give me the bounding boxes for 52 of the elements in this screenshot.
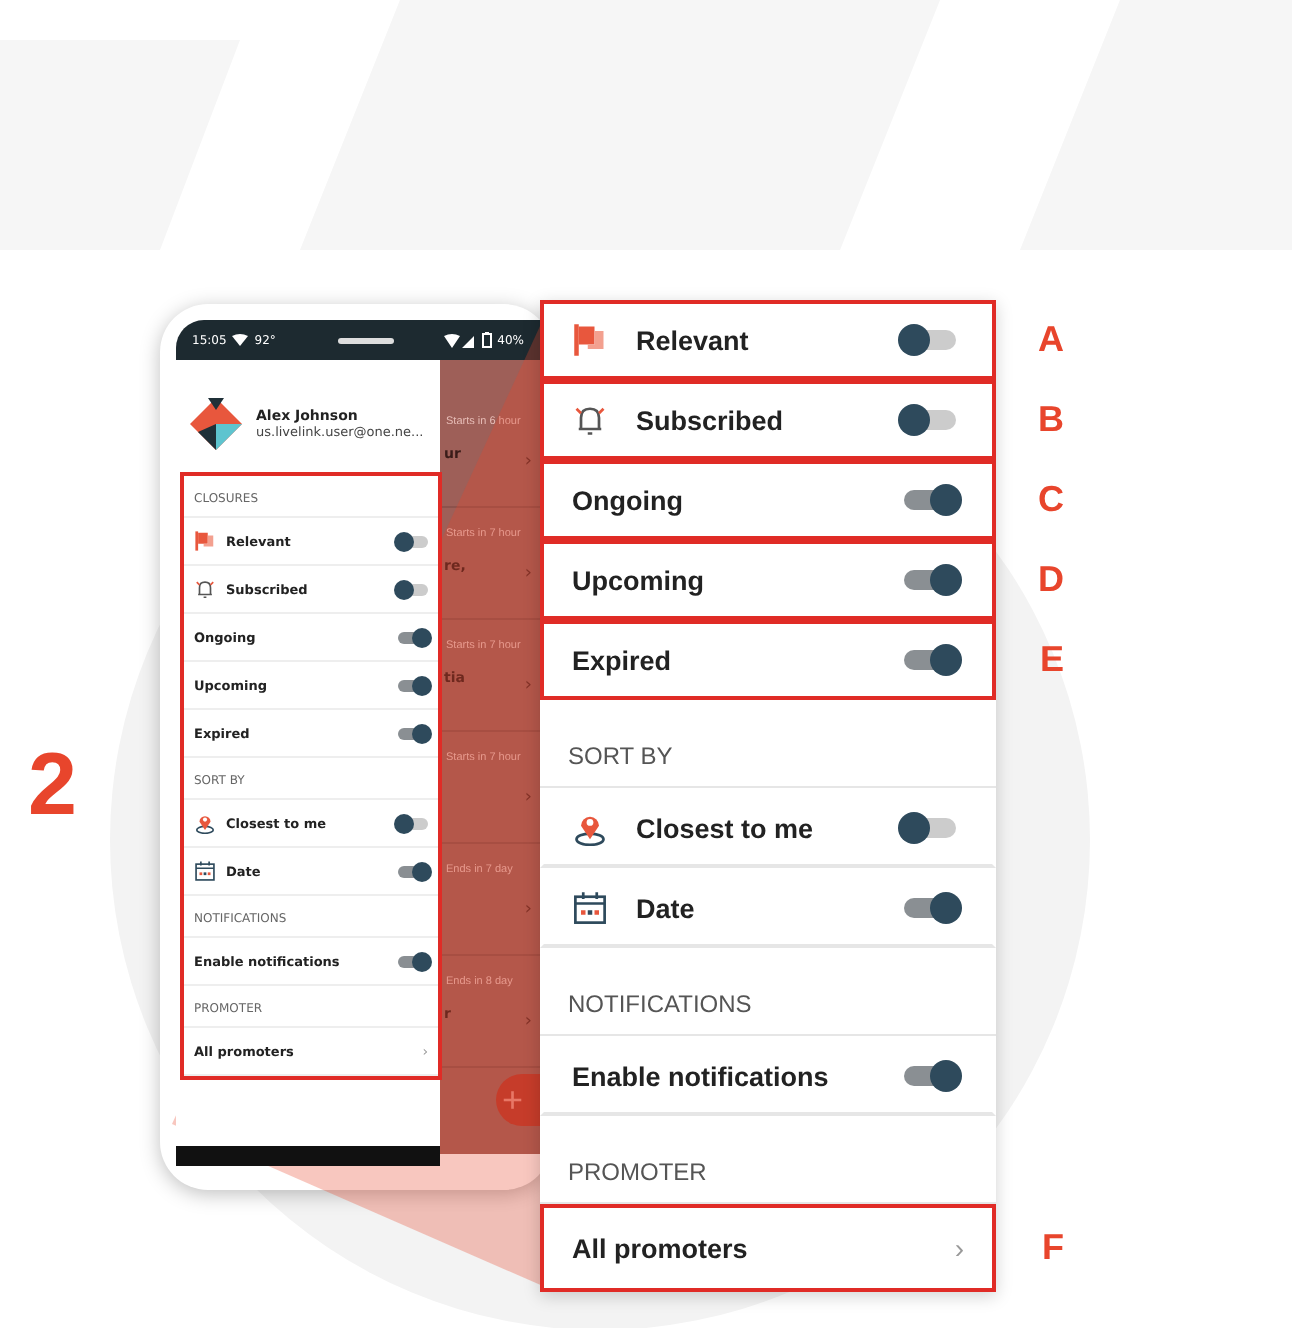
calendar-icon (572, 890, 608, 926)
toggle-switch[interactable] (904, 490, 956, 510)
battery-icon (481, 332, 492, 348)
filter-label: Date (636, 893, 697, 923)
wifi-icon (443, 333, 476, 347)
toggle-switch[interactable] (904, 1066, 956, 1086)
chevron-icon: › (524, 788, 532, 808)
filter-label: Relevant (636, 325, 751, 355)
callout-letter: C (1038, 479, 1064, 521)
section-header: PROMOTER (540, 1116, 996, 1204)
chevron-icon: › (524, 900, 532, 920)
wifi-icon (232, 334, 249, 346)
filter-label: Expired (572, 645, 674, 675)
filter-label: Enable notifications (572, 1061, 831, 1091)
filter-label: Ongoing (572, 485, 685, 515)
toggle-switch[interactable] (904, 410, 956, 430)
chevron-icon: › (524, 564, 532, 584)
bell-icon (194, 578, 216, 600)
callout-letter: D (1038, 559, 1064, 601)
filter-label: Closest to me (636, 813, 816, 843)
section-header: NOTIFICATIONS (540, 948, 996, 1036)
toggle-switch[interactable] (398, 631, 428, 643)
toggle-switch[interactable] (398, 535, 428, 547)
location-pin-icon (194, 812, 216, 834)
toggle-switch[interactable] (398, 955, 428, 967)
toggle-switch[interactable] (904, 650, 956, 670)
callout-letter: E (1039, 639, 1064, 681)
toggle-switch[interactable] (398, 727, 428, 739)
chevron-icon: › (524, 1012, 532, 1032)
flag-icon (572, 322, 608, 358)
calendar-icon (194, 860, 216, 882)
chevron-icon: › (524, 676, 532, 696)
toggle-switch[interactable] (904, 330, 956, 350)
filter-label: Upcoming (572, 565, 706, 595)
bell-icon (572, 402, 608, 438)
toggle-switch[interactable] (398, 817, 428, 829)
toggle-switch[interactable] (904, 818, 956, 838)
toggle-switch[interactable] (398, 679, 428, 691)
step-number: 2 (28, 736, 77, 836)
speaker-icon (337, 337, 394, 343)
section-header: SORT BY (540, 700, 996, 788)
chevron-icon: › (524, 452, 532, 472)
callout-letter: A (1038, 319, 1064, 361)
callout-letter: B (1038, 399, 1064, 441)
toggle-switch[interactable] (398, 583, 428, 595)
logo-icon (188, 396, 244, 452)
filter-label: Subscribed (636, 405, 786, 435)
callout-letter: F (1042, 1227, 1064, 1269)
flag-icon (194, 530, 216, 552)
toggle-switch[interactable] (904, 570, 956, 590)
toggle-switch[interactable] (398, 865, 428, 877)
toggle-switch[interactable] (904, 898, 956, 918)
